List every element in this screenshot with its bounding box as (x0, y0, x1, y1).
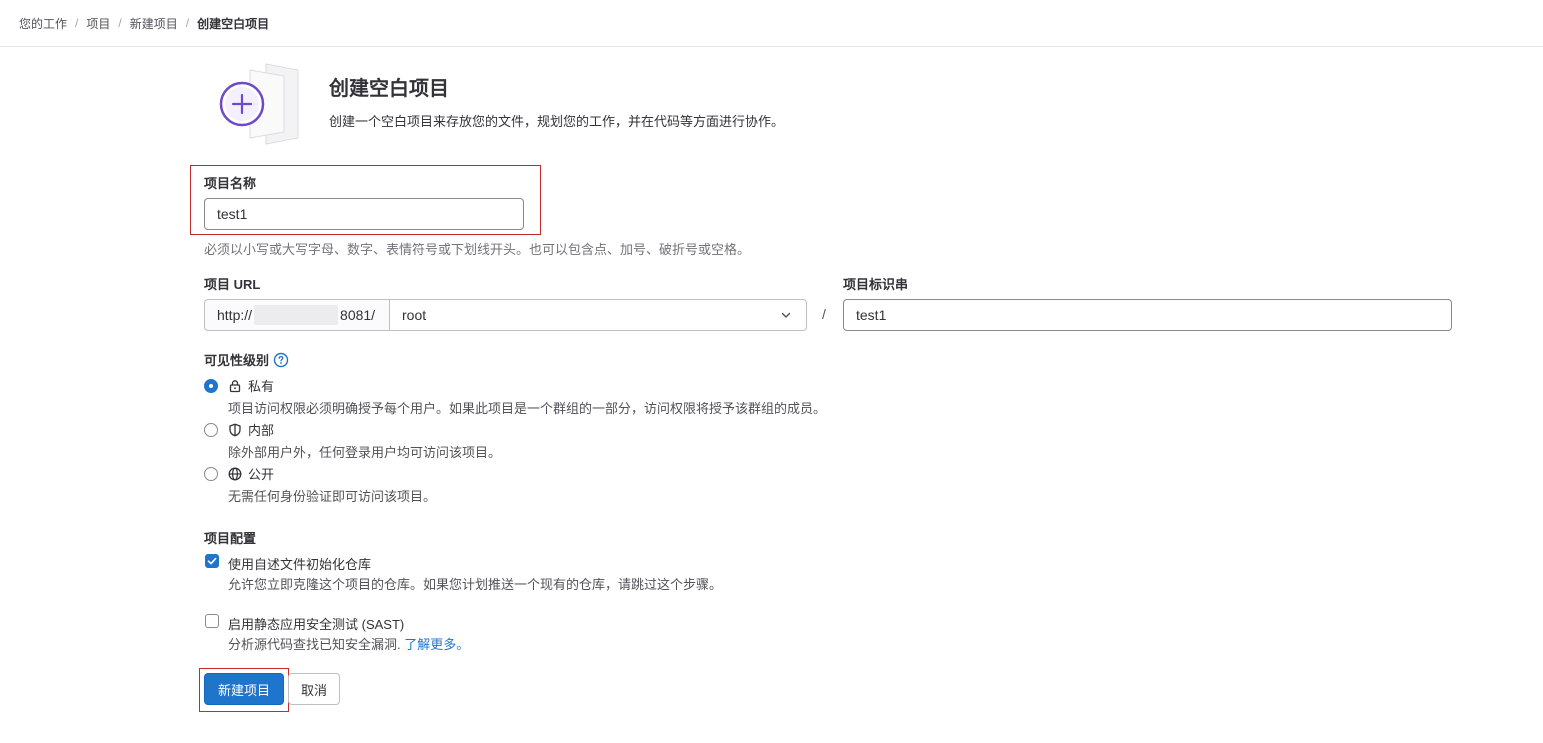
url-prefix-end: 8081/ (340, 307, 376, 323)
visibility-private-label: 私有 (248, 379, 275, 394)
radio-public[interactable] (204, 466, 218, 481)
sast-checkbox-label[interactable]: 启用静态应用安全测试 (SAST) (228, 614, 404, 633)
namespace-value: root (402, 307, 427, 323)
radio-internal[interactable] (204, 422, 218, 437)
project-url-group: http:// 8081/ root (204, 299, 807, 331)
readme-checkbox-label[interactable]: 使用自述文件初始化仓库 (228, 554, 371, 573)
breadcrumb-item-your-work[interactable]: 您的工作 (19, 15, 67, 32)
readme-description: 允许您立即克隆这个项目的仓库。如果您计划推送一个现有的仓库，请跳过这个步骤。 (228, 577, 723, 592)
page-title: 创建空白项目 (329, 78, 449, 100)
plus-circle-icon (218, 62, 303, 146)
create-project-button[interactable]: 新建项目 (204, 673, 284, 705)
project-name-help: 必须以小写或大写字母、数字、表情符号或下划线开头。也可以包含点、加号、破折号或空… (204, 242, 751, 257)
visibility-private-description: 项目访问权限必须明确授予每个用户。如果此项目是一个群组的一部分，访问权限将授予该… (228, 401, 827, 416)
visibility-public-label: 公开 (248, 467, 275, 482)
visibility-public-description: 无需任何身份验证即可访问该项目。 (228, 489, 437, 504)
project-url-label: 项目 URL (204, 277, 261, 292)
visibility-internal-label: 内部 (248, 423, 275, 438)
breadcrumb-separator: / (75, 16, 79, 30)
project-slug-input[interactable]: test1 (843, 299, 1452, 331)
project-config-label: 项目配置 (204, 531, 257, 546)
page-description: 创建一个空白项目来存放您的文件，规划您的工作，并在代码等方面进行协作。 (329, 114, 785, 129)
project-name-label: 项目名称 (204, 176, 257, 191)
breadcrumb-separator: / (185, 16, 190, 30)
learn-more-link[interactable]: 了解更多。 (404, 637, 469, 652)
url-slug-separator: / (822, 306, 826, 322)
visibility-option-private[interactable]: 私有 (204, 376, 274, 395)
breadcrumb-item-new-project[interactable]: 新建项目 (130, 15, 178, 32)
readme-checkbox[interactable] (205, 554, 219, 568)
visibility-label: 可见性级别 (204, 353, 270, 368)
visibility-option-public[interactable]: 公开 (204, 464, 274, 483)
breadcrumb: 您的工作 / 项目 / 新建项目 / 创建空白项目 (19, 14, 269, 32)
radio-private[interactable] (204, 378, 218, 393)
sast-checkbox[interactable] (205, 614, 219, 628)
visibility-internal-description: 除外部用户外，任何登录用户均可访问该项目。 (228, 445, 502, 460)
namespace-select[interactable]: root (389, 299, 807, 331)
breadcrumb-separator: / (118, 16, 122, 30)
question-circle-icon[interactable] (273, 352, 289, 368)
lock-icon (228, 379, 242, 393)
cancel-button[interactable]: 取消 (288, 673, 340, 705)
shield-icon (228, 423, 242, 437)
project-name-input[interactable]: test1 (204, 198, 524, 230)
globe-icon (228, 467, 242, 481)
sast-description-text: 分析源代码查找已知安全漏洞. (228, 637, 401, 652)
chevron-down-icon (780, 309, 792, 321)
breadcrumb-item-current[interactable]: 创建空白项目 (197, 15, 269, 32)
project-slug-label: 项目标识串 (843, 277, 909, 292)
visibility-heading: 可见性级别 (204, 350, 289, 369)
sast-description: 分析源代码查找已知安全漏洞. 了解更多。 (228, 634, 469, 653)
redacted-host (254, 305, 339, 325)
check-icon (207, 557, 217, 565)
url-prefix-start: http:// (217, 307, 253, 323)
project-url-prefix: http:// 8081/ (204, 299, 389, 331)
visibility-option-internal[interactable]: 内部 (204, 420, 274, 439)
breadcrumb-item-projects[interactable]: 项目 (86, 15, 110, 32)
header-divider (0, 46, 1543, 47)
